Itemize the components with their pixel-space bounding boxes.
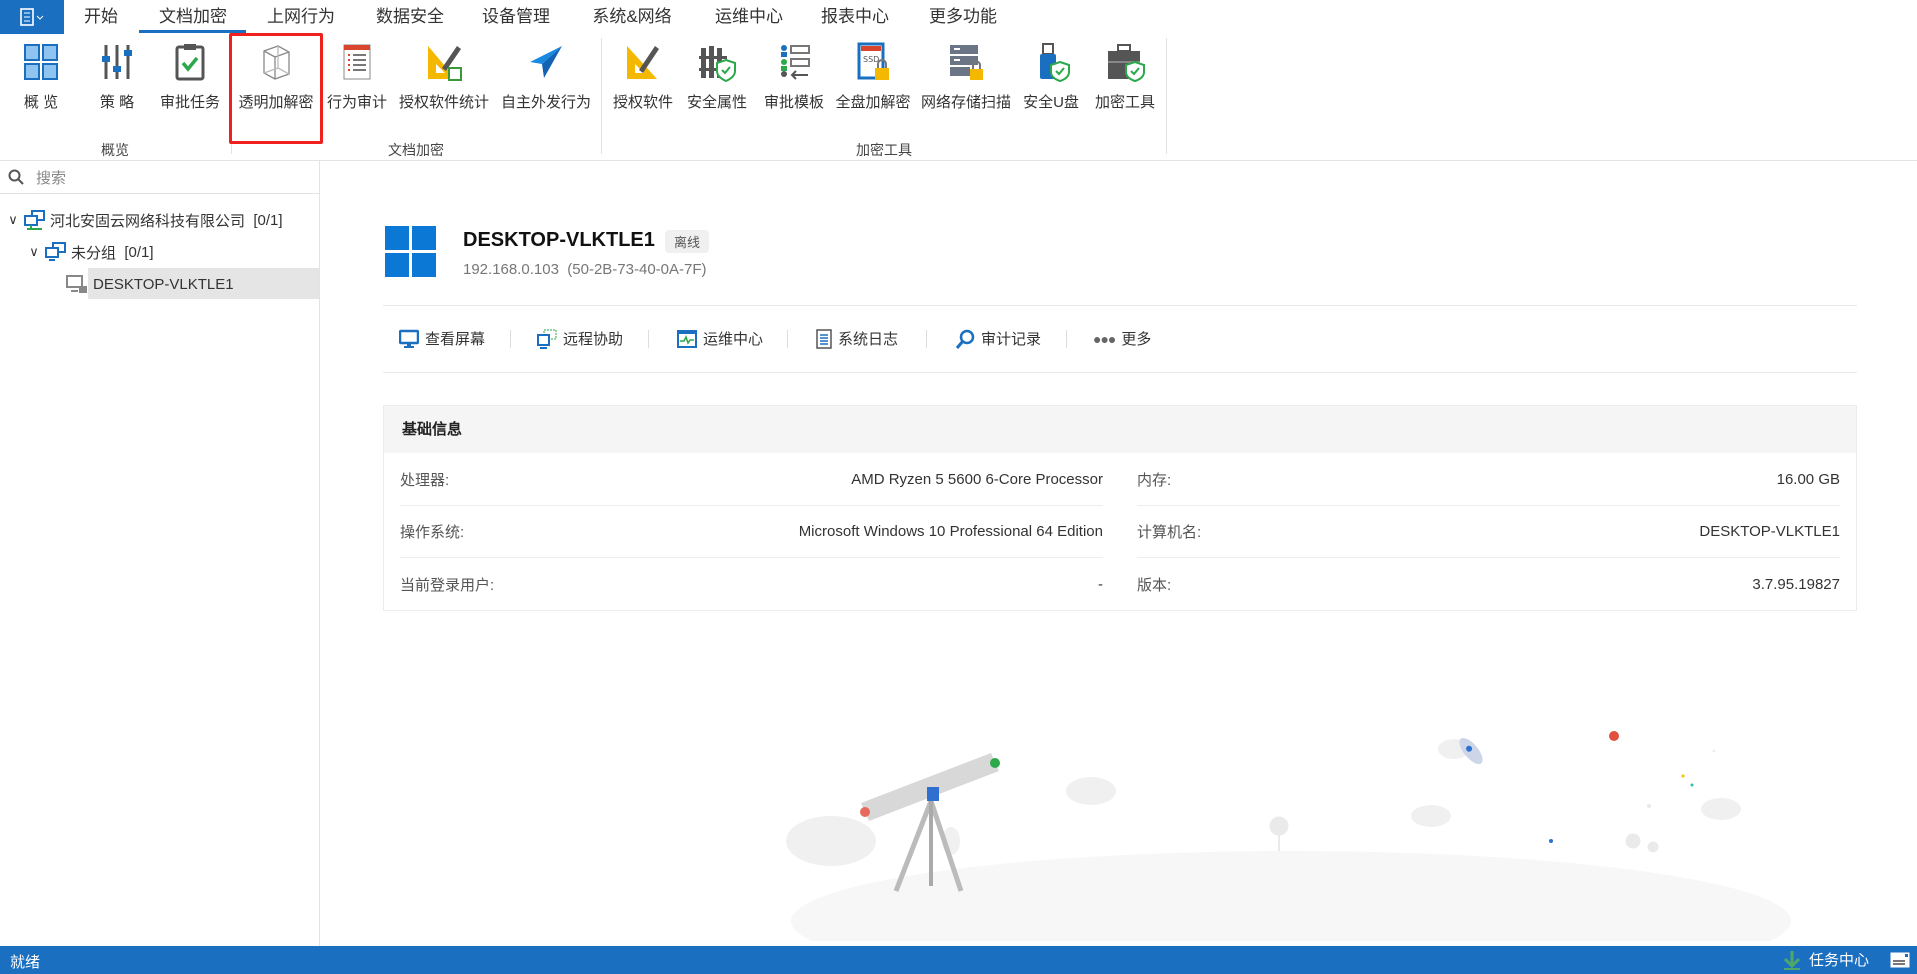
more-dots-icon: ●●● bbox=[1093, 330, 1116, 347]
divider bbox=[648, 330, 649, 348]
chevron-down-icon[interactable]: ∨ bbox=[6, 212, 20, 228]
tab-device-management[interactable]: 设备管理 bbox=[482, 0, 550, 34]
licensed-software-icon bbox=[627, 46, 659, 79]
approval-template-icon bbox=[781, 45, 810, 80]
usb-shield-icon bbox=[1040, 43, 1070, 82]
basic-info-card: 基础信息 处理器: AMD Ryzen 5 5600 6-Core Process… bbox=[383, 405, 1857, 611]
ribbon-full-disk-encryption-button[interactable]: SSD 全盘加解密 bbox=[825, 40, 921, 114]
group-separator bbox=[601, 38, 602, 154]
ribbon-network-storage-scan-button[interactable]: 网络存储扫描 bbox=[918, 40, 1014, 114]
system-log-button[interactable]: 系统日志 bbox=[816, 328, 898, 349]
info-row-version: 版本: 3.7.95.19827 bbox=[1137, 575, 1840, 594]
info-rows: 处理器: AMD Ryzen 5 5600 6-Core Processor 内存… bbox=[384, 454, 1856, 611]
search-icon bbox=[8, 169, 24, 185]
windows-logo-icon bbox=[385, 226, 436, 277]
info-row-cpu: 处理器: AMD Ryzen 5 5600 6-Core Processor bbox=[400, 454, 1103, 506]
server-lock-icon bbox=[950, 45, 983, 80]
tab-ops-center[interactable]: 运维中心 bbox=[715, 0, 783, 34]
group-label-doc-encryption: 文档加密 bbox=[388, 142, 444, 158]
audit-list-icon bbox=[343, 44, 371, 80]
menu-bar: 开始 文档加密 上网行为 数据安全 设备管理 系统&网络 运维中心 报表中心 更… bbox=[0, 0, 1917, 34]
message-icon[interactable] bbox=[1890, 952, 1910, 968]
svg-text:SSD: SSD bbox=[863, 55, 879, 64]
tab-start[interactable]: 开始 bbox=[84, 0, 118, 34]
app-menu-icon bbox=[20, 8, 44, 26]
divider bbox=[787, 330, 788, 348]
ops-monitor-icon bbox=[677, 329, 697, 348]
remote-assist-button[interactable]: 远程协助 bbox=[537, 328, 623, 349]
empty-state-illustration bbox=[786, 731, 1791, 941]
chevron-down-icon[interactable]: ∨ bbox=[27, 244, 41, 260]
tab-web-behavior[interactable]: 上网行为 bbox=[267, 0, 335, 34]
device-name: DESKTOP-VLKTLE1 bbox=[463, 229, 655, 251]
tab-system-network[interactable]: 系统&网络 bbox=[592, 0, 671, 34]
ops-center-button[interactable]: 运维中心 bbox=[677, 328, 763, 349]
tree-item-desktop[interactable]: DESKTOP-VLKTLE1 bbox=[66, 269, 234, 299]
ribbon-software-stats-button[interactable]: 授权软件统计 bbox=[396, 40, 492, 114]
tab-data-security[interactable]: 数据安全 bbox=[376, 0, 444, 34]
toolbox-shield-icon bbox=[1108, 44, 1145, 82]
paper-plane-icon bbox=[530, 46, 562, 78]
overview-icon bbox=[24, 44, 58, 80]
download-arrow-icon bbox=[1783, 950, 1801, 970]
group-label-encryption-tools: 加密工具 bbox=[856, 142, 912, 158]
ribbon-encryption-tools-button[interactable]: 加密工具 bbox=[1077, 40, 1173, 114]
group-label-overview: 概览 bbox=[101, 142, 129, 158]
sidebar: 搜索 ∨ 河北安固云网络科技有限公司 [0/1] ∨ 未分组 [0/1] DES… bbox=[0, 161, 320, 946]
remote-assist-icon bbox=[537, 329, 557, 349]
highlight-box bbox=[229, 33, 323, 144]
ribbon-behavior-audit-button[interactable]: 行为审计 bbox=[309, 40, 405, 114]
view-screen-button[interactable]: 查看屏幕 bbox=[399, 328, 485, 349]
search-input[interactable]: 搜索 bbox=[0, 161, 320, 194]
tab-more-features[interactable]: 更多功能 bbox=[929, 0, 997, 34]
search-placeholder: 搜索 bbox=[36, 169, 67, 187]
info-row-os: 操作系统: Microsoft Windows 10 Professional 6… bbox=[400, 506, 1103, 558]
ribbon-approval-task-button[interactable]: 审批任务 bbox=[142, 40, 238, 114]
ssd-lock-icon: SSD bbox=[857, 42, 889, 80]
task-center-button[interactable]: 任务中心 bbox=[1783, 949, 1869, 970]
tree-item-ungrouped[interactable]: ∨ 未分组 [0/1] bbox=[27, 237, 154, 267]
status-text: 就绪 bbox=[10, 954, 41, 971]
divider bbox=[510, 330, 511, 348]
mac-address: (50-2B-73-40-0A-7F) bbox=[567, 261, 707, 278]
group-icon bbox=[45, 242, 66, 261]
divider bbox=[383, 372, 1857, 373]
divider bbox=[926, 330, 927, 348]
group-separator bbox=[1166, 38, 1167, 154]
ribbon-outbound-behavior-button[interactable]: 自主外发行为 bbox=[498, 40, 594, 114]
offline-computer-lock-icon bbox=[66, 275, 87, 293]
info-row-user: 当前登录用户: - bbox=[400, 575, 1103, 594]
info-row-computer-name: 计算机名: DESKTOP-VLKTLE1 bbox=[1137, 506, 1840, 558]
clipboard-check-icon bbox=[175, 44, 205, 81]
more-button[interactable]: ●●● 更多 bbox=[1093, 328, 1151, 349]
tab-report-center[interactable]: 报表中心 bbox=[821, 0, 889, 34]
monitor-icon bbox=[399, 329, 419, 348]
audit-records-button[interactable]: 审计记录 bbox=[955, 328, 1041, 349]
app-menu-button[interactable] bbox=[0, 0, 64, 34]
divider bbox=[383, 305, 1857, 306]
licensed-software-stats-icon bbox=[428, 46, 462, 81]
fence-shield-icon bbox=[699, 46, 736, 82]
device-detail-panel: DESKTOP-VLKTLE1 离线 192.168.0.103 (50-2B-… bbox=[321, 161, 1917, 946]
status-badge: 离线 bbox=[665, 230, 710, 253]
info-row-memory: 内存: 16.00 GB bbox=[1137, 454, 1840, 506]
ip-address: 192.168.0.103 bbox=[463, 261, 559, 278]
status-bar: 就绪 任务中心 bbox=[0, 946, 1917, 974]
device-address: 192.168.0.103 (50-2B-73-40-0A-7F) bbox=[463, 261, 707, 278]
basic-info-title: 基础信息 bbox=[384, 406, 1856, 453]
log-document-icon bbox=[816, 328, 832, 349]
policy-sliders-icon bbox=[102, 45, 132, 79]
tree-item-company[interactable]: ∨ 河北安固云网络科技有限公司 [0/1] bbox=[6, 205, 283, 235]
tab-doc-encryption[interactable]: 文档加密 bbox=[159, 0, 227, 34]
network-group-icon bbox=[24, 210, 45, 230]
divider bbox=[1066, 330, 1067, 348]
magnifier-icon bbox=[955, 329, 975, 349]
